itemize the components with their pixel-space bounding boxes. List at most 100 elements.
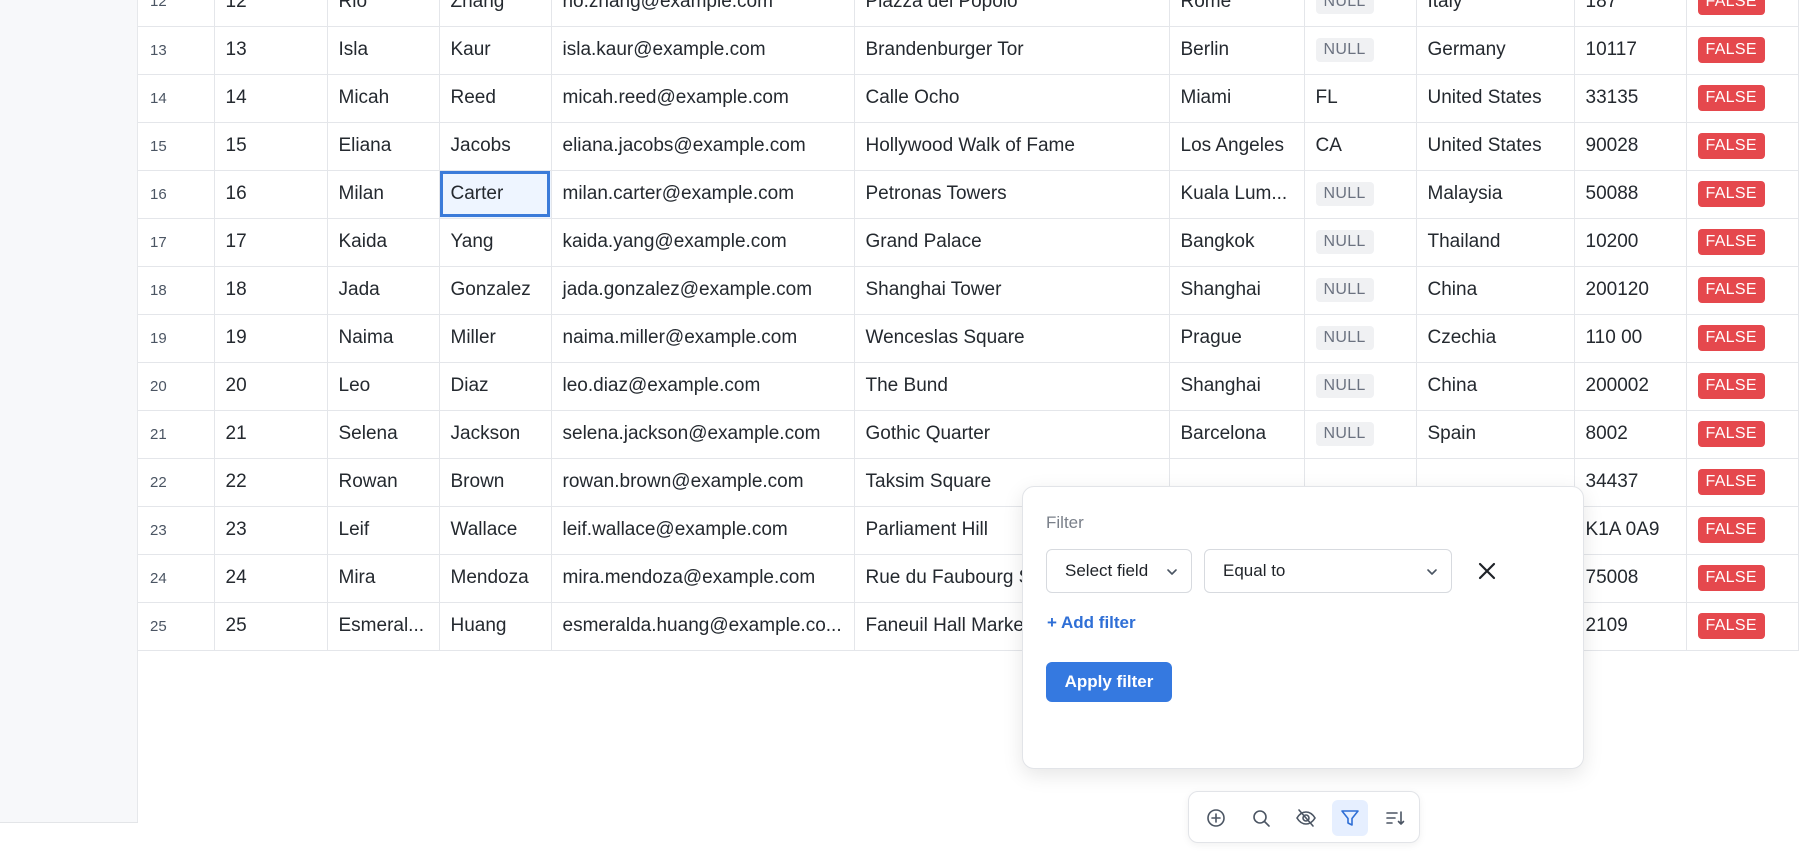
cell-state[interactable]: NULL [1304,218,1417,267]
cell-state[interactable]: NULL [1304,410,1417,459]
field-select[interactable]: Select field [1046,549,1192,593]
cell-id[interactable]: 14 [214,74,328,123]
cell-city[interactable]: Bangkok [1169,218,1305,267]
cell-last[interactable]: Diaz [439,362,552,411]
cell-zip[interactable]: 8002 [1574,410,1687,459]
cell-country[interactable]: China [1416,362,1575,411]
cell-zip[interactable]: 50088 [1574,170,1687,219]
cell-email[interactable]: naima.miller@example.com [551,314,855,363]
cell-last[interactable]: Reed [439,74,552,123]
cell-email[interactable]: kaida.yang@example.com [551,218,855,267]
cell-last[interactable]: Wallace [439,506,552,555]
cell-id[interactable]: 23 [214,506,328,555]
cell-id[interactable]: 20 [214,362,328,411]
cell-id[interactable]: 13 [214,26,328,75]
cell-flag[interactable]: FALSE [1686,218,1799,267]
cell-id[interactable]: 25 [214,602,328,651]
cell-zip[interactable]: 34437 [1574,458,1687,507]
cell-zip[interactable]: 10117 [1574,26,1687,75]
cell-city[interactable]: Shanghai [1169,362,1305,411]
cell-first[interactable]: Mira [327,554,440,603]
cell-country[interactable]: Germany [1416,26,1575,75]
cell-flag[interactable]: FALSE [1686,74,1799,123]
cell-city[interactable]: Prague [1169,314,1305,363]
cell-last[interactable]: Carter [439,170,552,219]
cell-zip[interactable]: 2109 [1574,602,1687,651]
cell-email[interactable]: eliana.jacobs@example.com [551,122,855,171]
cell-zip[interactable]: 33135 [1574,74,1687,123]
cell-state[interactable]: NULL [1304,314,1417,363]
cell-address[interactable]: Gothic Quarter [854,410,1170,459]
cell-state[interactable]: NULL [1304,0,1417,27]
cell-flag[interactable]: FALSE [1686,170,1799,219]
cell-state[interactable]: NULL [1304,26,1417,75]
row-number-cell[interactable]: 25 [138,602,215,651]
cell-address[interactable]: Hollywood Walk of Fame [854,122,1170,171]
cell-email[interactable]: micah.reed@example.com [551,74,855,123]
cell-state[interactable]: NULL [1304,362,1417,411]
cell-id[interactable]: 22 [214,458,328,507]
cell-flag[interactable]: FALSE [1686,122,1799,171]
cell-flag[interactable]: FALSE [1686,410,1799,459]
cell-email[interactable]: leif.wallace@example.com [551,506,855,555]
cell-address[interactable]: Wenceslas Square [854,314,1170,363]
cell-flag[interactable]: FALSE [1686,26,1799,75]
cell-id[interactable]: 24 [214,554,328,603]
cell-last[interactable]: Kaur [439,26,552,75]
row-number-cell[interactable]: 14 [138,74,215,123]
cell-email[interactable]: jada.gonzalez@example.com [551,266,855,315]
cell-last[interactable]: Yang [439,218,552,267]
cell-zip[interactable]: 90028 [1574,122,1687,171]
sort-button[interactable] [1377,800,1413,836]
cell-city[interactable]: Miami [1169,74,1305,123]
cell-country[interactable]: Czechia [1416,314,1575,363]
cell-email[interactable]: leo.diaz@example.com [551,362,855,411]
cell-state[interactable]: NULL [1304,266,1417,315]
filter-button[interactable] [1332,800,1368,836]
cell-last[interactable]: Mendoza [439,554,552,603]
add-filter-link[interactable]: + Add filter [1047,613,1136,633]
cell-city[interactable]: Barcelona [1169,410,1305,459]
cell-flag[interactable]: FALSE [1686,506,1799,555]
row-number-cell[interactable]: 23 [138,506,215,555]
cell-last[interactable]: Brown [439,458,552,507]
cell-id[interactable]: 18 [214,266,328,315]
cell-id[interactable]: 16 [214,170,328,219]
cell-city[interactable]: Los Angeles [1169,122,1305,171]
row-number-cell[interactable]: 12 [138,0,215,27]
cell-zip[interactable]: K1A 0A9 [1574,506,1687,555]
cell-address[interactable]: Calle Ocho [854,74,1170,123]
row-number-cell[interactable]: 16 [138,170,215,219]
cell-address[interactable]: Grand Palace [854,218,1170,267]
cell-city[interactable]: Kuala Lum... [1169,170,1305,219]
cell-first[interactable]: Micah [327,74,440,123]
cell-address[interactable]: Brandenburger Tor [854,26,1170,75]
cell-city[interactable]: Rome [1169,0,1305,27]
cell-country[interactable]: United States [1416,74,1575,123]
cell-country[interactable]: Spain [1416,410,1575,459]
cell-first[interactable]: Kaida [327,218,440,267]
cell-first[interactable]: Selena [327,410,440,459]
cell-country[interactable]: Thailand [1416,218,1575,267]
cell-last[interactable]: Gonzalez [439,266,552,315]
row-number-cell[interactable]: 18 [138,266,215,315]
cell-id[interactable]: 12 [214,0,328,27]
cell-email[interactable]: rowan.brown@example.com [551,458,855,507]
row-number-cell[interactable]: 13 [138,26,215,75]
cell-zip[interactable]: 10200 [1574,218,1687,267]
cell-address[interactable]: Petronas Towers [854,170,1170,219]
cell-last[interactable]: Jackson [439,410,552,459]
close-icon[interactable] [1473,557,1501,585]
cell-first[interactable]: Isla [327,26,440,75]
cell-first[interactable]: Eliana [327,122,440,171]
cell-country[interactable]: Italy [1416,0,1575,27]
cell-id[interactable]: 15 [214,122,328,171]
cell-last[interactable]: Zhang [439,0,552,27]
hide-fields-button[interactable] [1288,800,1324,836]
row-number-cell[interactable]: 19 [138,314,215,363]
row-number-cell[interactable]: 21 [138,410,215,459]
cell-flag[interactable]: FALSE [1686,602,1799,651]
cell-address[interactable]: Piazza del Popolo [854,0,1170,27]
row-number-cell[interactable]: 17 [138,218,215,267]
cell-zip[interactable]: 187 [1574,0,1687,27]
